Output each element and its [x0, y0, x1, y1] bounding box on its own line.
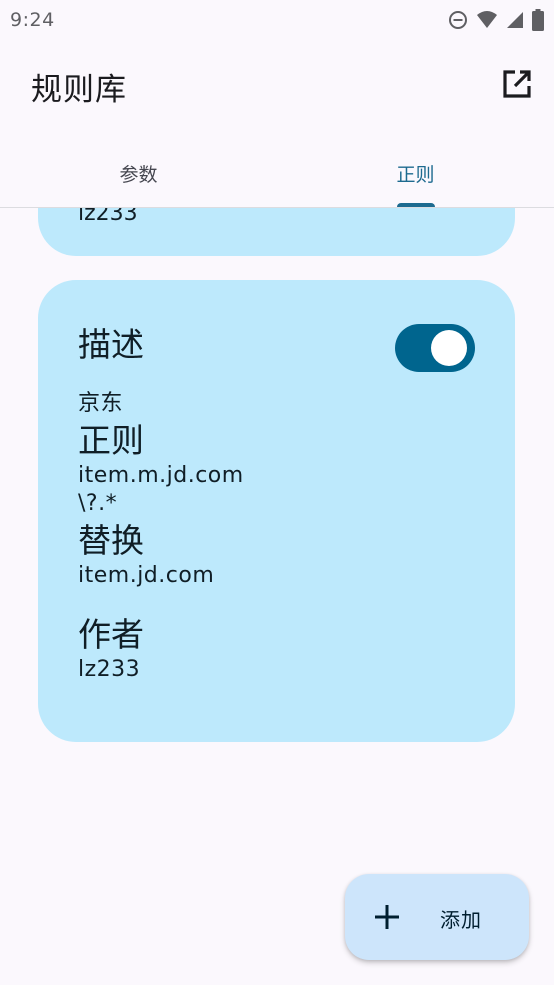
tab-regex[interactable]: 正则	[277, 140, 554, 207]
tab-bar: 参数 正则	[0, 140, 554, 208]
wifi-icon	[476, 10, 498, 30]
replace-value: item.jd.com	[78, 563, 215, 588]
status-icons	[448, 9, 544, 31]
tab-label: 参数	[119, 164, 158, 186]
rule-card[interactable]: lz233	[38, 208, 515, 256]
status-time: 9:24	[10, 9, 55, 31]
description-value: 京东	[78, 391, 124, 416]
toggle-knob	[431, 330, 467, 366]
top-app-bar: 规则库	[0, 50, 554, 120]
description-row: 描述	[78, 324, 475, 372]
author-value: lz233	[78, 657, 141, 682]
do-not-disturb-icon	[448, 10, 468, 30]
tab-label: 正则	[396, 164, 435, 186]
rule-card[interactable]: 描述 京东 正则 item.m.jd.com \?.* 替换 item.jd.c…	[38, 280, 515, 742]
rule-enabled-toggle[interactable]	[395, 324, 475, 372]
regex-value-line2: \?.*	[78, 491, 118, 516]
open-in-new-icon	[501, 68, 533, 104]
regex-label: 正则	[78, 421, 144, 460]
rule-list[interactable]: lz233 描述 京东 正则 item.m.jd.com \?.* 替换 ite…	[0, 208, 554, 985]
replace-label: 替换	[78, 521, 144, 560]
battery-icon	[532, 9, 544, 31]
author-value: lz233	[78, 208, 138, 226]
tab-indicator	[396, 203, 435, 207]
tab-parameters[interactable]: 参数	[0, 140, 277, 207]
page-title: 规则库	[31, 72, 127, 108]
plus-icon	[375, 905, 399, 933]
status-bar: 9:24	[0, 0, 554, 40]
add-label: 添加	[440, 908, 482, 932]
open-in-new-button[interactable]	[497, 66, 537, 106]
add-rule-button[interactable]: 添加	[345, 874, 529, 960]
signal-icon	[506, 10, 524, 30]
author-label: 作者	[78, 615, 144, 654]
regex-value-line1: item.m.jd.com	[78, 463, 244, 488]
